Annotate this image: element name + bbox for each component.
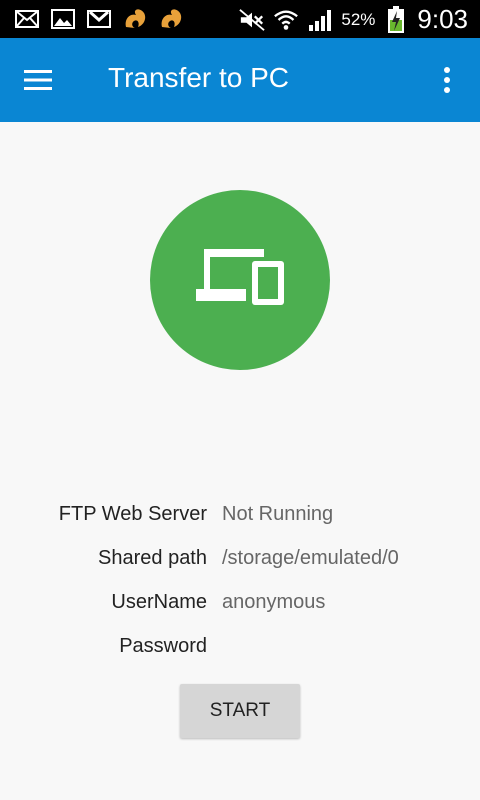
password-row: Password	[0, 635, 480, 665]
clock: 9:03	[417, 4, 468, 34]
wifi-icon	[273, 7, 299, 33]
battery-percent: 52%	[341, 9, 376, 29]
uc-browser-icon	[122, 6, 148, 32]
shared-path-row: Shared path /storage/emulated/0	[0, 547, 480, 577]
mail-icon	[14, 6, 40, 32]
gmail-icon	[86, 6, 112, 32]
transfer-hero	[150, 190, 330, 370]
devices-icon	[194, 247, 286, 314]
page-title: Transfer to PC	[108, 62, 290, 93]
path-value: /storage/emulated/0	[222, 547, 399, 569]
username-label: UserName	[111, 591, 207, 613]
path-label: Shared path	[98, 547, 207, 569]
app-bar: Transfer to PC	[0, 38, 480, 122]
hamburger-icon[interactable]	[22, 64, 62, 96]
uc-browser-icon	[158, 6, 184, 32]
ftp-value: Not Running	[222, 503, 334, 525]
mute-icon	[239, 7, 266, 33]
more-vert-icon[interactable]	[432, 62, 462, 98]
ftp-status-row: FTP Web Server Not Running	[0, 503, 480, 533]
status-bar: 52% 9:03	[0, 0, 480, 38]
signal-icon	[307, 7, 333, 33]
password-label: Password	[119, 635, 207, 657]
username-row: UserName anonymous	[0, 591, 480, 621]
battery-charging-icon	[383, 5, 409, 33]
ftp-label: FTP Web Server	[58, 503, 207, 525]
username-value: anonymous	[222, 591, 326, 613]
image-icon	[50, 6, 76, 32]
start-button[interactable]: START	[180, 684, 300, 738]
